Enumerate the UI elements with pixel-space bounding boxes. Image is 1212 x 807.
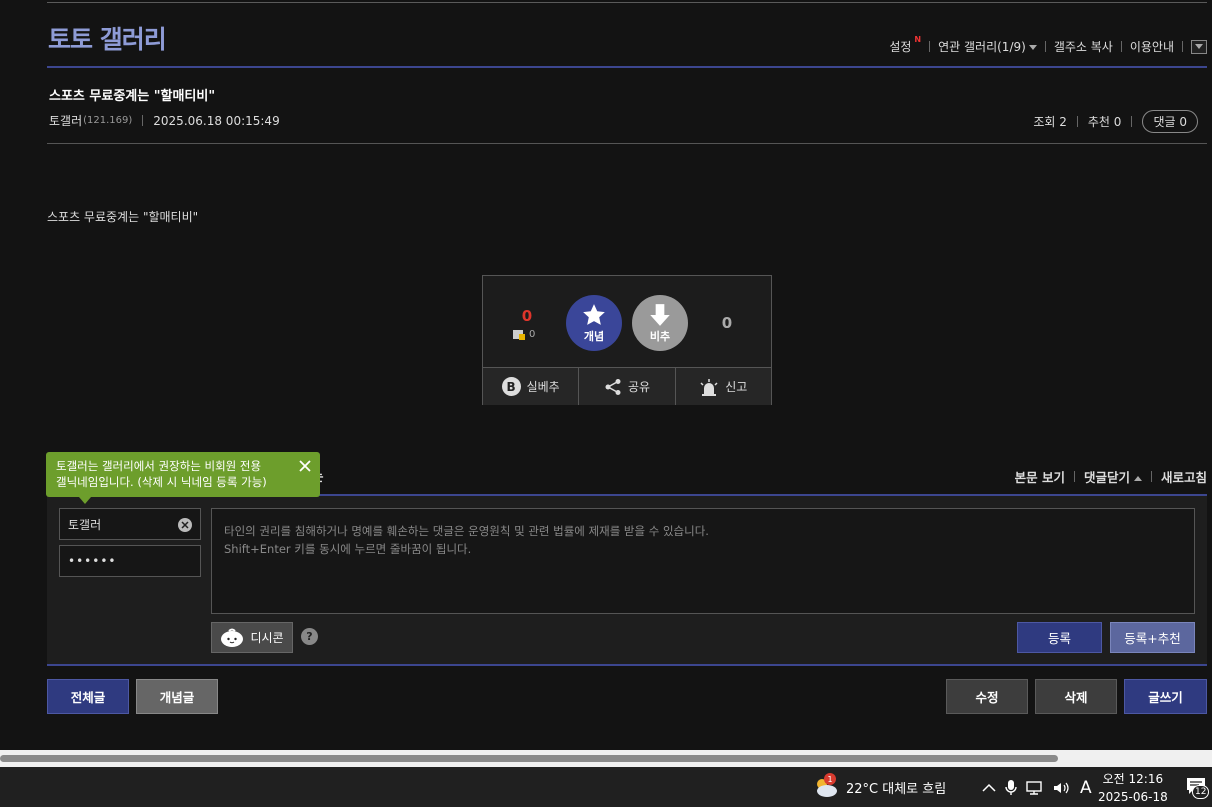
- dccon-icon: [221, 628, 244, 647]
- recommend-label: 추천: [1087, 115, 1110, 129]
- recommend-count: 0: [1113, 114, 1122, 129]
- guide-link[interactable]: 이용안내: [1130, 38, 1174, 55]
- clear-icon[interactable]: [178, 518, 192, 532]
- settings-link[interactable]: 설정N: [889, 35, 922, 55]
- realbest-button[interactable]: B 실베추: [483, 368, 580, 405]
- fix-count-wrap: 0: [513, 329, 535, 340]
- divider: [1044, 41, 1046, 52]
- close-comments-link[interactable]: 댓글닫기: [1084, 467, 1142, 486]
- submit-comment-button[interactable]: 등록: [1017, 622, 1102, 653]
- weather-badge: 1: [824, 773, 836, 785]
- weather-text: 22°C 대체로 흐림: [846, 781, 947, 797]
- chevron-up-icon: [1133, 476, 1142, 481]
- system-tray: A: [982, 778, 1092, 798]
- dccon-button[interactable]: 디시콘: [211, 622, 293, 653]
- author-ip: (121.169): [83, 115, 133, 126]
- views-count: 2: [1059, 114, 1067, 129]
- fix-count: 0: [529, 329, 536, 340]
- concept-posts-button[interactable]: 개념글: [136, 679, 218, 714]
- top-border: [47, 0, 1207, 3]
- edit-button[interactable]: 수정: [946, 679, 1028, 714]
- divider: [929, 41, 931, 52]
- network-icon[interactable]: [1026, 780, 1044, 796]
- comment-nav: 본문 보기 댓글닫기 새로고침: [1015, 467, 1207, 486]
- upvote-button[interactable]: 개념: [566, 295, 622, 351]
- cloud-sun-icon: 1: [812, 773, 838, 799]
- share-icon: [605, 378, 621, 395]
- related-gallery-link[interactable]: 연관 갤러리(1/9): [938, 38, 1037, 55]
- close-icon[interactable]: [298, 459, 312, 473]
- notification-count: 12: [1192, 785, 1210, 799]
- chevron-up-icon[interactable]: [982, 783, 996, 793]
- post-author[interactable]: 토갤러: [49, 112, 82, 129]
- volume-icon[interactable]: [1052, 780, 1070, 796]
- report-button[interactable]: 신고: [676, 368, 771, 405]
- divider: [1073, 471, 1075, 482]
- delete-button[interactable]: 삭제: [1035, 679, 1117, 714]
- write-button[interactable]: 글쓰기: [1124, 679, 1207, 714]
- clock-time: 오전 12:16: [1102, 772, 1164, 786]
- all-posts-button[interactable]: 전체글: [47, 679, 129, 714]
- divider: [1120, 41, 1122, 52]
- new-badge: N: [914, 35, 922, 44]
- divider: [1131, 116, 1133, 127]
- divider: [1076, 116, 1078, 127]
- weather-widget[interactable]: 1 22°C 대체로 흐림: [812, 773, 947, 799]
- downvote-button[interactable]: 비추: [632, 295, 688, 351]
- clock-date: 2025-06-18: [1098, 790, 1168, 804]
- view-body-link[interactable]: 본문 보기: [1015, 467, 1065, 486]
- views-label: 조회: [1033, 115, 1056, 129]
- divider: [1182, 41, 1183, 52]
- fix-icon: [513, 330, 525, 340]
- recommend-actions: B 실베추 공유 신고: [483, 367, 771, 405]
- placeholder-line-1: 타인의 권리를 침해하거나 명예를 훼손하는 댓글은 운영원칙 및 관련 법률에…: [224, 524, 709, 538]
- upvote-count: 0: [521, 307, 533, 325]
- recommend-top: 0 0 개념 비추 0: [483, 276, 771, 367]
- placeholder-line-2: Shift+Enter 키를 동시에 누르면 줄바꿈이 됩니다.: [224, 542, 472, 556]
- gallery-nav: 설정N 연관 갤러리(1/9) 갤주소 복사 이용안내: [889, 35, 1207, 55]
- horizontal-scrollbar[interactable]: [0, 750, 1212, 767]
- tooltip-line-1: 토갤러는 갤러리에서 권장하는 비회원 전용: [56, 459, 262, 473]
- comments-count: 0: [1179, 115, 1187, 129]
- chevron-down-icon: [1195, 44, 1203, 49]
- post-stats: 조회 2 추천 0 댓글 0: [1033, 110, 1198, 133]
- post-meta: 토갤러 (121.169) 2025.06.18 00:15:49: [49, 112, 280, 129]
- divider: [142, 115, 144, 126]
- notification-center[interactable]: 12: [1186, 777, 1210, 799]
- share-button[interactable]: 공유: [579, 368, 676, 405]
- gallery-title[interactable]: 토토 갤러리: [48, 20, 167, 56]
- b-icon: B: [501, 377, 521, 396]
- taskbar: 1 22°C 대체로 흐림 A 오전 12:16 2025-06-18 12: [0, 767, 1212, 807]
- page: 토토 갤러리 설정N 연관 갤러리(1/9) 갤주소 복사 이용안내 스포츠 무…: [0, 0, 1212, 750]
- arrow-down-icon: [650, 304, 670, 326]
- tooltip-line-2: 갤닉네임입니다. (삭제 시 닉네임 등록 가능): [56, 475, 267, 489]
- post-datetime: 2025.06.18 00:15:49: [153, 113, 280, 128]
- recommend-box: 0 0 개념 비추 0 B 실베추 공유 신고: [482, 275, 772, 405]
- help-icon[interactable]: ?: [301, 628, 318, 645]
- nickname-input[interactable]: 토갤러: [59, 508, 201, 540]
- clock[interactable]: 오전 12:16 2025-06-18: [1098, 770, 1168, 806]
- post-divider: [47, 143, 1207, 144]
- chevron-down-icon: [1028, 45, 1037, 50]
- post-title: 스포츠 무료중계는 "할매티비": [49, 89, 216, 104]
- password-input[interactable]: ••••••: [59, 545, 201, 577]
- microphone-icon[interactable]: [1004, 779, 1018, 797]
- scrollbar-thumb[interactable]: [0, 755, 1058, 762]
- close-icon: [181, 521, 189, 529]
- comment-textarea[interactable]: 타인의 권리를 침해하거나 명예를 훼손하는 댓글은 운영원칙 및 관련 법률에…: [211, 508, 1195, 614]
- dropdown-toggle-button[interactable]: [1191, 39, 1207, 54]
- nickname-tooltip: 토갤러는 갤러리에서 권장하는 비회원 전용 갤닉네임입니다. (삭제 시 닉네…: [46, 452, 320, 504]
- refresh-link[interactable]: 새로고침: [1161, 467, 1207, 486]
- header-divider: [47, 66, 1207, 68]
- star-icon: [583, 304, 605, 325]
- submit-recommend-button[interactable]: 등록+추천: [1110, 622, 1195, 653]
- divider: [1150, 471, 1152, 482]
- copy-address-link[interactable]: 갤주소 복사: [1054, 38, 1113, 55]
- comments-button[interactable]: 댓글 0: [1142, 110, 1198, 133]
- ime-indicator[interactable]: A: [1080, 778, 1092, 798]
- siren-icon: [700, 378, 718, 396]
- post-body: 스포츠 무료중계는 "할매티비": [47, 210, 199, 224]
- downvote-count: 0: [721, 314, 733, 332]
